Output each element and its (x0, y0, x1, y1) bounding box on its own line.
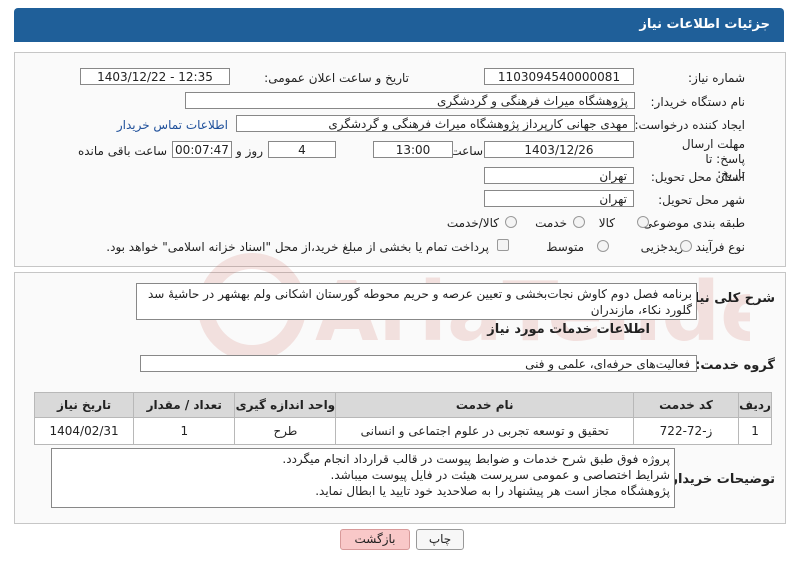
deadline-time-field: 13:00 (373, 141, 453, 158)
category-option-goods: کالا (598, 216, 615, 230)
service-group-label: گروه خدمت: (695, 358, 775, 373)
province-field: تهران (484, 167, 634, 184)
announce-datetime-label: تاریخ و ساعت اعلان عمومی: (264, 71, 409, 85)
buyer-notes-line-3: پژوهشگاه مجاز است هر پیشنهاد را به صلاحد… (315, 484, 670, 498)
services-info-title: اطلاعات خدمات مورد نیاز (487, 322, 650, 337)
col-header-row-number: ردیف (738, 392, 772, 418)
process-radio-medium[interactable] (597, 240, 609, 252)
days-and-label: روز و (236, 144, 263, 158)
buyer-notes-line-2: شرایط اختصاصی و عمومی سرپرست هیئت در فای… (330, 468, 671, 482)
process-option-minor: جزیی (640, 240, 668, 254)
need-number-label: شماره نیاز: (688, 71, 745, 85)
remaining-label: ساعت باقی مانده (77, 144, 167, 158)
buyer-org-label: نام دستگاه خریدار: (650, 95, 746, 109)
buyer-notes-line-1: پروژه فوق طبق شرح خدمات و ضوابط پیوست در… (282, 452, 670, 466)
treasury-payment-checkbox[interactable] (497, 239, 509, 251)
need-number-field: 1103094540000081 (484, 68, 634, 85)
requester-field: مهدی جهانی کارپرداز پژوهشگاه میراث فرهنگ… (236, 115, 635, 132)
services-table: ردیف کد خدمت نام خدمت واحد اندازه گیری ت… (33, 392, 772, 445)
col-header-unit: واحد اندازه گیری (234, 392, 337, 418)
print-button[interactable]: چاپ (416, 529, 464, 550)
days-field: 4 (268, 141, 336, 158)
cell-unit: طرح (234, 417, 337, 445)
cell-service-code: ز-72-722 (632, 417, 740, 445)
table-row: 1 ز-72-722 تحقیق و توسعه تجربی در علوم ا… (33, 417, 772, 445)
category-radio-goods[interactable] (637, 216, 649, 228)
buyer-contact-link[interactable]: اطلاعات تماس خریدار (117, 118, 228, 132)
col-header-service-name: نام خدمت (335, 392, 634, 418)
page-header: جزئیات اطلاعات نیاز (14, 8, 784, 42)
col-header-service-code: کد خدمت (632, 392, 740, 418)
buyer-org-field: پژوهشگاه میراث فرهنگی و گردشگری (185, 92, 635, 109)
category-option-service: خدمت (535, 216, 567, 230)
buyer-notes-textarea[interactable]: پروژه فوق طبق شرح خدمات و ضوابط پیوست در… (51, 448, 675, 508)
city-label: شهر محل تحویل: (658, 193, 745, 207)
process-type-label: نوع فرآیند خرید : (660, 240, 745, 254)
col-header-need-date: تاریخ نیاز (33, 392, 135, 418)
province-label: استان محل تحویل: (650, 170, 745, 184)
cell-quantity: 1 (133, 417, 236, 445)
category-radio-goods-service[interactable] (505, 216, 517, 228)
col-header-quantity: تعداد / مقدار (133, 392, 236, 418)
remaining-time-field: 00:07:47 (172, 141, 232, 158)
service-group-field: فعالیت‌های حرفه‌ای، علمی و فنی (140, 355, 697, 372)
process-option-medium: متوسط (546, 240, 584, 254)
process-radio-minor[interactable] (680, 240, 692, 252)
city-field: تهران (484, 190, 634, 207)
announce-datetime-field: 1403/12/22 - 12:35 (80, 68, 230, 85)
requester-label: ایجاد کننده درخواست: (634, 118, 745, 132)
category-label: طبقه بندی موضوعی: (638, 216, 745, 230)
category-radio-service[interactable] (573, 216, 585, 228)
deadline-time-label: ساعت (450, 144, 483, 158)
treasury-payment-note: پرداخت تمام یا بخشی از مبلغ خرید،از محل … (106, 240, 489, 254)
deadline-date-field: 1403/12/26 (484, 141, 634, 158)
summary-textarea[interactable]: برنامه فصل دوم کاوش نجات‌بخشی و تعیین عر… (136, 283, 697, 320)
buyer-notes-label: توضیحات خریدار: (665, 472, 775, 487)
cell-need-date: 1404/02/31 (33, 417, 135, 445)
table-header-row: ردیف کد خدمت نام خدمت واحد اندازه گیری ت… (33, 392, 772, 418)
category-option-goods-service: کالا/خدمت (446, 216, 499, 230)
cell-row-number: 1 (738, 417, 772, 445)
back-button[interactable]: بازگشت (340, 529, 410, 550)
cell-service-name: تحقیق و توسعه تجربی در علوم اجتماعی و ان… (335, 417, 634, 445)
page-title: جزئیات اطلاعات نیاز (639, 17, 770, 32)
